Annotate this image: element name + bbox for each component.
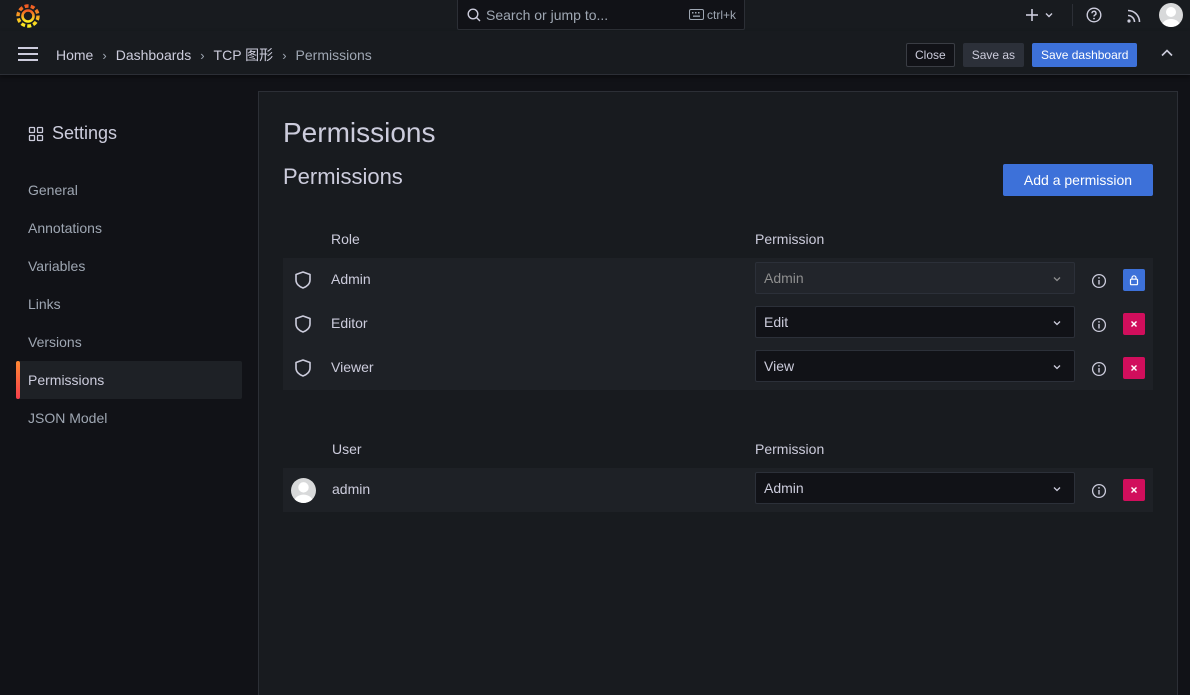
- breadcrumb-separator: ›: [200, 47, 205, 63]
- breadcrumb-dashboard[interactable]: TCP 图形: [214, 45, 274, 65]
- settings-nav-versions[interactable]: Versions: [16, 323, 242, 361]
- rss-icon[interactable]: [1126, 8, 1142, 24]
- settings-nav-annotations[interactable]: Annotations: [16, 209, 242, 247]
- shield-icon: [295, 315, 311, 333]
- menu-icon[interactable]: [18, 47, 38, 61]
- permission-value: Admin: [764, 270, 804, 286]
- avatar-silhouette: [294, 482, 313, 503]
- info-icon[interactable]: [1091, 317, 1107, 333]
- settings-title: Settings: [52, 123, 118, 143]
- info-icon[interactable]: [1091, 483, 1107, 499]
- chevron-down-icon: [1053, 277, 1061, 282]
- info-icon[interactable]: [1091, 273, 1107, 289]
- new-menu-button[interactable]: [1025, 5, 1057, 25]
- search-placeholder: Search or jump to...: [486, 6, 609, 23]
- role-name: Editor: [331, 315, 368, 331]
- settings-nav-json-model[interactable]: JSON Model: [16, 399, 242, 437]
- permission-select[interactable]: Admin: [755, 472, 1075, 504]
- breadcrumb-home[interactable]: Home: [56, 47, 93, 63]
- shield-icon: [295, 271, 311, 289]
- permission-select[interactable]: View: [755, 350, 1075, 382]
- breadcrumb-separator: ›: [282, 47, 287, 63]
- chevron-down-icon: [1053, 365, 1061, 370]
- plus-icon: [1026, 9, 1038, 21]
- close-icon: [1131, 487, 1137, 493]
- add-permission-button[interactable]: Add a permission: [1003, 164, 1153, 196]
- chevron-up-icon[interactable]: [1160, 48, 1174, 58]
- search-icon: [467, 7, 481, 21]
- settings-nav-general[interactable]: General: [16, 171, 242, 209]
- keyboard-shortcut: ctrl+k: [688, 7, 736, 22]
- remove-permission-button[interactable]: [1123, 479, 1145, 501]
- avatar-silhouette: [1162, 7, 1180, 27]
- permission-value: View: [764, 358, 795, 374]
- save-dashboard-button[interactable]: Save dashboard: [1032, 43, 1138, 67]
- apps-icon: [28, 126, 44, 141]
- info-icon[interactable]: [1091, 361, 1107, 377]
- settings-nav-permissions[interactable]: Permissions: [16, 361, 242, 399]
- chevron-down-icon: [1053, 487, 1061, 492]
- chevron-down-icon: [1053, 321, 1061, 326]
- permission-select: Admin: [755, 262, 1075, 294]
- breadcrumb: Home › Dashboards › TCP 图形 › Permissions: [56, 45, 372, 65]
- breadcrumb-dashboards[interactable]: Dashboards: [116, 47, 192, 63]
- settings-heading: Settings: [28, 123, 117, 144]
- table-row: Admin Admin: [283, 258, 1153, 302]
- section-title: Permissions: [283, 164, 403, 189]
- grafana-logo-icon[interactable]: [16, 4, 40, 28]
- user-avatar-icon[interactable]: [1159, 3, 1183, 27]
- permission-value: Edit: [764, 314, 789, 330]
- permission-value: Admin: [764, 480, 804, 496]
- divider: [1072, 4, 1073, 26]
- remove-permission-button[interactable]: [1123, 357, 1145, 379]
- help-icon[interactable]: [1086, 7, 1102, 23]
- close-icon: [1131, 365, 1137, 371]
- lock-button[interactable]: [1123, 269, 1145, 291]
- top-bar: Search or jump to... ctrl+k: [0, 0, 1190, 31]
- role-name: Viewer: [331, 359, 374, 375]
- remove-permission-button[interactable]: [1123, 313, 1145, 335]
- permission-select[interactable]: Edit: [755, 306, 1075, 338]
- settings-nav-variables[interactable]: Variables: [16, 247, 242, 285]
- permission-column-header: Permission: [755, 441, 825, 457]
- save-as-button[interactable]: Save as: [962, 43, 1025, 67]
- search-bar[interactable]: Search or jump to... ctrl+k: [457, 0, 745, 30]
- keyboard-icon: [688, 9, 704, 20]
- close-button[interactable]: Close: [906, 43, 955, 67]
- shortcut-text: ctrl+k: [706, 7, 736, 22]
- page-title: Permissions: [283, 117, 436, 148]
- table-row: Editor Edit: [283, 302, 1153, 346]
- user-name: admin: [332, 481, 371, 497]
- role-name: Admin: [331, 271, 371, 287]
- role-column-header: Role: [331, 231, 360, 247]
- table-row: admin Admin: [283, 468, 1153, 512]
- avatar: [291, 478, 316, 503]
- user-column-header: User: [332, 441, 362, 457]
- chevron-down-icon: [1045, 13, 1053, 18]
- breadcrumb-separator: ›: [102, 47, 107, 63]
- lock-icon: [1129, 275, 1139, 286]
- permission-column-header: Permission: [755, 231, 825, 247]
- breadcrumb-current: Permissions: [295, 47, 372, 63]
- settings-nav-links[interactable]: Links: [16, 285, 242, 323]
- dashboard-actions: Close Save as Save dashboard: [906, 43, 1138, 67]
- close-icon: [1131, 321, 1137, 327]
- shield-icon: [295, 359, 311, 377]
- table-row: Viewer View: [283, 346, 1153, 390]
- nav-bar: Home › Dashboards › TCP 图形 › Permissions…: [0, 31, 1190, 75]
- settings-nav: General Annotations Variables Links Vers…: [16, 171, 242, 437]
